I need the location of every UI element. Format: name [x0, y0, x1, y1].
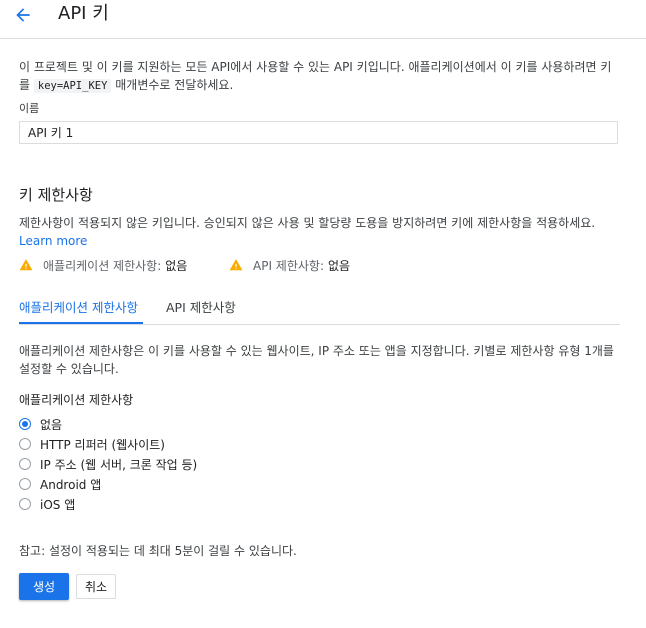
page-title: API 키	[58, 3, 109, 24]
arrow-back-icon	[16, 8, 30, 22]
app-restriction-value: 없음	[165, 258, 188, 273]
key-restrictions-description: 제한사항이 적용되지 않은 키입니다. 승인되지 않은 사용 및 할당량 도용을…	[19, 214, 624, 250]
learn-more-link[interactable]: Learn more	[19, 234, 87, 248]
tab-application-restrictions[interactable]: 애플리케이션 제한사항	[19, 293, 143, 324]
radio-label: IP 주소 (웹 서버, 크론 작업 등)	[40, 457, 198, 472]
app-restrictions-description: 애플리케이션 제한사항은 이 키를 사용할 수 있는 웹사이트, IP 주소 또…	[19, 344, 614, 376]
radio-label: Android 앱	[40, 477, 102, 492]
create-button[interactable]: 생성	[19, 573, 69, 600]
restriction-tabs: 애플리케이션 제한사항 API 제한사항	[19, 293, 620, 325]
settings-note: 참고: 설정이 적용되는 데 최대 5분이 걸릴 수 있습니다.	[19, 544, 297, 558]
radio-label: 없음	[40, 417, 63, 432]
cancel-button[interactable]: 취소	[76, 574, 116, 599]
radio-option-ip-address[interactable]: IP 주소 (웹 서버, 크론 작업 등)	[19, 455, 197, 473]
name-input[interactable]	[19, 121, 618, 144]
name-label: 이름	[19, 102, 40, 115]
key-restrictions-title: 키 제한사항	[19, 186, 93, 204]
radio-button[interactable]	[19, 418, 31, 430]
back-button[interactable]	[10, 2, 36, 28]
intro-text-after: 매개변수로 전달하세요.	[115, 78, 234, 92]
app-restriction-warning: 애플리케이션 제한사항: 없음	[19, 256, 187, 274]
radio-option-none[interactable]: 없음	[19, 415, 62, 433]
app-restrictions-group-label: 애플리케이션 제한사항	[19, 393, 134, 407]
api-restriction-value: 없음	[328, 258, 351, 273]
radio-button[interactable]	[19, 498, 31, 510]
api-key-page: API 키 이 프로젝트 및 이 키를 지원하는 모든 API에서 사용할 수 …	[0, 0, 646, 628]
radio-label: HTTP 리퍼러 (웹사이트)	[40, 437, 165, 452]
radio-option-http-referrer[interactable]: HTTP 리퍼러 (웹사이트)	[19, 435, 165, 453]
page-header: API 키	[0, 0, 646, 39]
radio-button[interactable]	[19, 438, 31, 450]
api-restriction-label: API 제한사항:	[253, 258, 325, 273]
param-code: key=API_KEY	[33, 79, 112, 93]
intro-text: 이 프로젝트 및 이 키를 지원하는 모든 API에서 사용할 수 있는 API…	[19, 58, 619, 95]
radio-button[interactable]	[19, 458, 31, 470]
api-restriction-warning: API 제한사항: 없음	[229, 256, 350, 274]
restrictions-text: 제한사항이 적용되지 않은 키입니다. 승인되지 않은 사용 및 할당량 도용을…	[19, 216, 596, 230]
warning-icon	[229, 259, 243, 271]
tab-api-restrictions[interactable]: API 제한사항	[166, 293, 236, 324]
radio-option-ios[interactable]: iOS 앱	[19, 495, 75, 513]
radio-button[interactable]	[19, 478, 31, 490]
radio-label: iOS 앱	[40, 497, 76, 512]
radio-option-android[interactable]: Android 앱	[19, 475, 101, 493]
app-restriction-label: 애플리케이션 제한사항:	[43, 258, 162, 273]
warning-icon	[19, 259, 33, 271]
